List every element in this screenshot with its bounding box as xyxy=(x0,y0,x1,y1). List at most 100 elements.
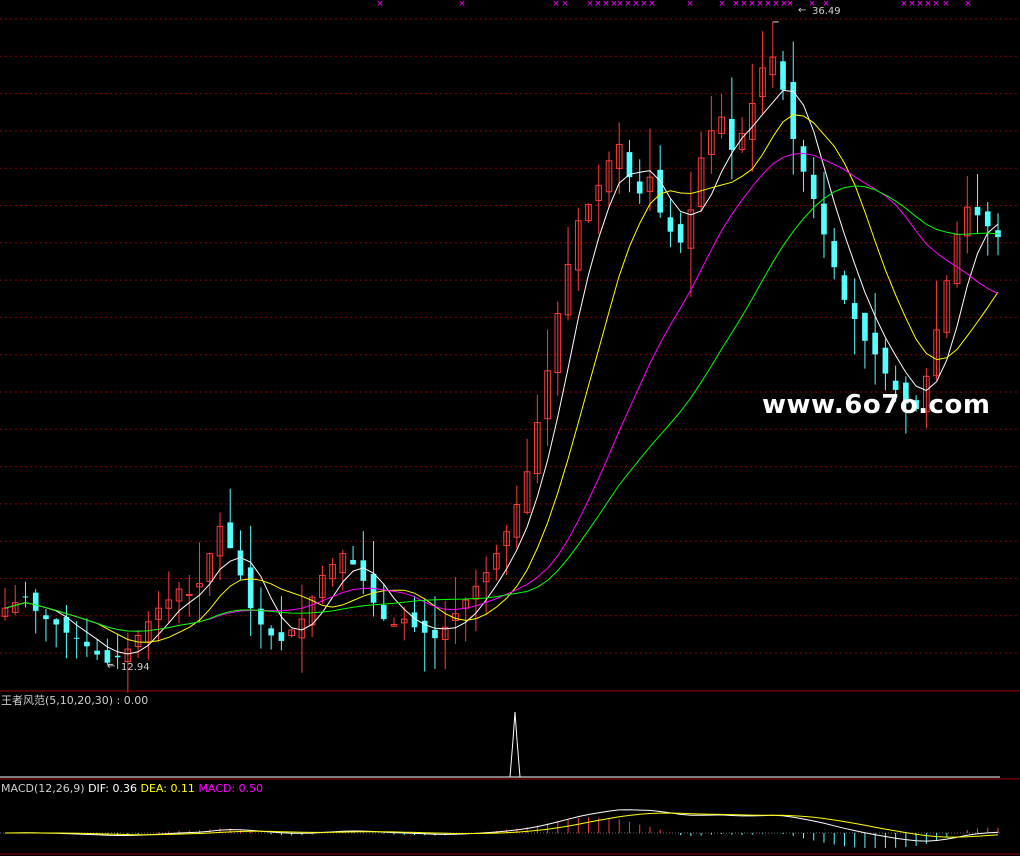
candle xyxy=(984,201,991,256)
candle xyxy=(554,301,562,396)
candle-body xyxy=(780,61,786,90)
candle-body xyxy=(73,637,80,639)
candle-body xyxy=(350,559,356,565)
candle xyxy=(11,585,19,616)
candle xyxy=(667,198,674,248)
candle-body xyxy=(892,380,899,390)
candle xyxy=(595,164,603,235)
candle-body xyxy=(810,174,817,199)
signal-marker: × xyxy=(686,0,694,9)
candle xyxy=(380,583,387,622)
candle-body xyxy=(380,605,387,620)
candle-body xyxy=(841,275,848,300)
candle xyxy=(503,525,510,575)
signal-marker: × xyxy=(786,0,794,9)
candle-body xyxy=(32,592,39,611)
candle xyxy=(759,31,766,116)
candle-body xyxy=(268,628,274,636)
moving-average-lines xyxy=(4,89,999,655)
macd-name: MACD xyxy=(1,782,34,795)
candle-body xyxy=(421,620,428,633)
candle xyxy=(585,203,592,223)
candle xyxy=(513,485,521,549)
candle xyxy=(943,275,951,339)
macd-title: MACD(12,26,9) DIF: 0.36 DEA: 0.11 MACD: … xyxy=(1,782,263,795)
candle-body xyxy=(94,650,100,655)
signal-marker: × xyxy=(616,0,624,9)
indicator-spike xyxy=(509,711,521,778)
candle xyxy=(350,545,356,565)
signal-marker: × xyxy=(732,0,740,9)
signal-marker: × xyxy=(586,0,594,9)
candle xyxy=(268,625,274,650)
indicator-params: (5,10,20,30) xyxy=(45,694,114,707)
candle xyxy=(94,638,100,661)
candle xyxy=(687,171,695,298)
candle xyxy=(729,77,735,180)
candle xyxy=(43,608,49,642)
candle xyxy=(53,618,60,648)
signal-marker: × xyxy=(932,0,940,9)
candle xyxy=(831,228,838,280)
watermark: www.6o7o.com xyxy=(762,390,991,420)
dea-label: DEA: xyxy=(140,782,167,795)
candle xyxy=(145,611,152,660)
candle-body xyxy=(790,82,797,139)
candle-body xyxy=(821,203,827,235)
signal-marker: × xyxy=(916,0,924,9)
signal-marker: × xyxy=(458,0,466,9)
candle-body xyxy=(432,629,438,639)
candle-body xyxy=(278,632,285,641)
candle-body xyxy=(667,217,674,232)
candle xyxy=(708,95,715,174)
indicator-value: 0.00 xyxy=(123,694,149,707)
candle xyxy=(534,394,541,484)
low-price-arrow: ← xyxy=(107,661,116,672)
candlesticks xyxy=(1,21,1001,693)
candle xyxy=(472,569,480,632)
low-price-label: 12.94 xyxy=(121,662,150,673)
macd-params: (12,26,9) xyxy=(33,782,85,795)
signal-marker: × xyxy=(900,0,908,9)
signal-marker: × xyxy=(764,0,772,9)
candle-body xyxy=(360,560,367,581)
candle xyxy=(32,589,39,634)
candle xyxy=(421,599,428,672)
candle xyxy=(882,339,889,391)
candle xyxy=(175,582,183,624)
candle-body xyxy=(227,522,234,549)
signal-marker: × xyxy=(718,0,726,9)
candle xyxy=(247,525,254,637)
candle-body xyxy=(636,181,643,194)
candle xyxy=(319,565,326,604)
candle xyxy=(329,557,336,587)
candle-body xyxy=(800,146,807,172)
candle xyxy=(523,438,531,515)
candle xyxy=(544,329,551,447)
candle xyxy=(564,227,572,321)
indicator-panel-plot xyxy=(0,711,1000,778)
candle xyxy=(769,21,777,88)
signal-marker: × xyxy=(648,0,656,9)
candle xyxy=(626,139,633,193)
indicator-title: 王者风范(5,10,20,30) : 0.00 xyxy=(1,694,148,707)
candle-body xyxy=(862,312,868,341)
candle-body xyxy=(984,211,991,227)
candle-body xyxy=(872,332,878,355)
dif-label: DIF: xyxy=(88,782,109,795)
candle xyxy=(933,280,940,381)
candle-body xyxy=(626,152,633,178)
signal-marker: × xyxy=(748,0,756,9)
macd-label: MACD: xyxy=(198,782,236,795)
ma5-line xyxy=(4,89,999,655)
signal-marker: × xyxy=(552,0,560,9)
candle-body xyxy=(657,169,663,213)
signal-marker: × xyxy=(964,0,972,9)
candle xyxy=(748,63,756,172)
candle-body xyxy=(831,241,838,268)
candle xyxy=(493,544,500,581)
candle xyxy=(574,207,582,291)
candle xyxy=(841,270,848,305)
candle-body xyxy=(851,303,858,319)
candle xyxy=(400,606,408,641)
